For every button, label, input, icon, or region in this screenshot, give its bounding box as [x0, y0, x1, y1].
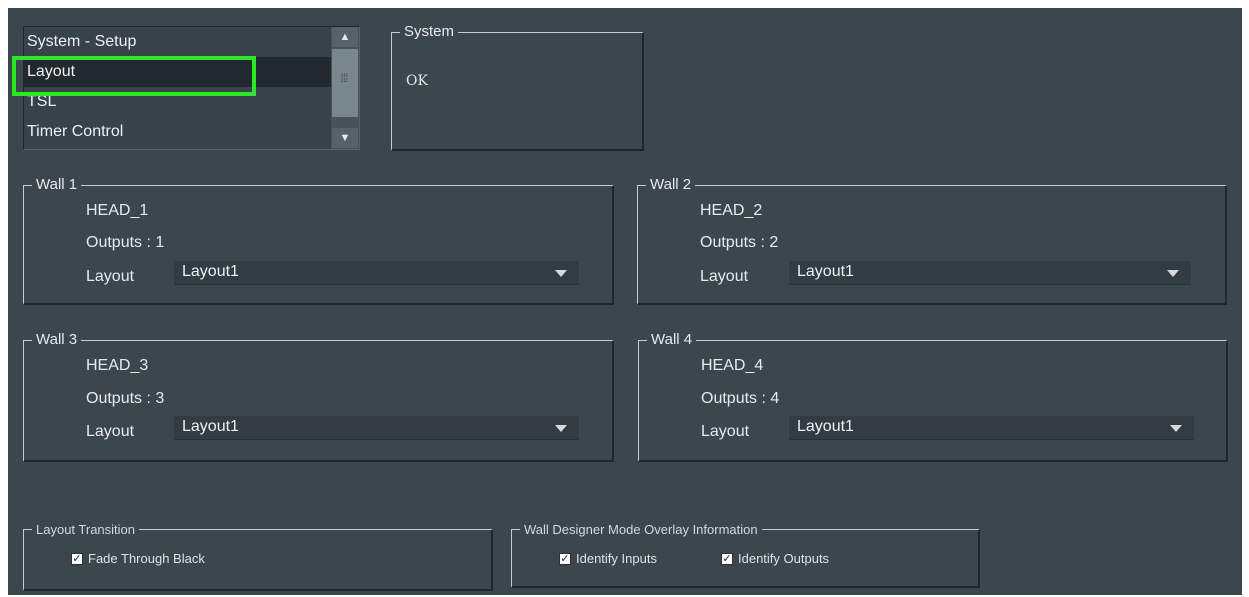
identify-inputs-label: Identify Inputs — [576, 551, 657, 566]
system-status: OK — [406, 73, 428, 89]
wall-1-head: HEAD_1 — [86, 202, 149, 219]
wall-4-title: Wall 4 — [647, 330, 697, 350]
wall-4-outputs: Outputs : 4 — [701, 390, 780, 407]
scroll-down-icon[interactable]: ▼ — [332, 128, 358, 148]
wall-1-layout-select[interactable]: Layout1 — [174, 261, 579, 285]
layout-transition-group: Layout Transition ✓ Fade Through Black — [23, 520, 493, 591]
identify-outputs-checkbox[interactable]: ✓ — [721, 553, 733, 565]
wall-3-layout-value: Layout1 — [182, 418, 239, 435]
system-group: System OK — [391, 22, 644, 151]
grip-icon: ⁞⁞⁞ — [340, 71, 348, 85]
chevron-down-icon — [1167, 270, 1179, 277]
fade-through-black-checkbox[interactable]: ✓ — [71, 553, 83, 565]
wall-4-layout-label: Layout — [701, 423, 750, 440]
wall-3-title: Wall 3 — [32, 330, 82, 350]
wall-4-layout-select[interactable]: Layout1 — [789, 416, 1194, 440]
system-group-title: System — [400, 22, 459, 42]
selection-highlight — [12, 56, 256, 96]
overlay-info-group: Wall Designer Mode Overlay Information ✓… — [511, 520, 980, 588]
wall-3-layout-select[interactable]: Layout1 — [174, 416, 579, 440]
wall-1-title: Wall 1 — [32, 175, 82, 195]
wall-1-layout-label: Layout — [86, 268, 135, 285]
layout-transition-title: Layout Transition — [32, 520, 140, 540]
wall-2-layout-select[interactable]: Layout1 — [789, 261, 1191, 285]
wall-3-group: Wall 3 HEAD_3 Outputs : 3 Layout Layout1 — [23, 330, 614, 462]
wall-2-group: Wall 2 HEAD_2 Outputs : 2 Layout Layout1 — [637, 175, 1227, 305]
list-item-timer-control[interactable]: Timer Control — [24, 117, 332, 147]
wall-2-layout-label: Layout — [700, 268, 749, 285]
chevron-down-icon — [555, 270, 567, 277]
list-scrollbar[interactable]: ▲ ⁞⁞⁞ ▼ — [331, 27, 359, 149]
wall-2-layout-value: Layout1 — [797, 263, 854, 280]
wall-2-head: HEAD_2 — [700, 202, 763, 219]
wall-4-group: Wall 4 HEAD_4 Outputs : 4 Layout Layout1 — [638, 330, 1228, 462]
wall-1-group: Wall 1 HEAD_1 Outputs : 1 Layout Layout1 — [23, 175, 614, 305]
list-item-system-setup[interactable]: System - Setup — [24, 27, 332, 57]
wall-1-outputs: Outputs : 1 — [86, 234, 165, 251]
wall-3-outputs: Outputs : 3 — [86, 390, 165, 407]
wall-4-head: HEAD_4 — [701, 357, 764, 374]
wall-2-outputs: Outputs : 2 — [700, 234, 779, 251]
wall-3-head: HEAD_3 — [86, 357, 149, 374]
wall-2-title: Wall 2 — [646, 175, 696, 195]
chevron-down-icon — [1170, 425, 1182, 432]
identify-outputs-label: Identify Outputs — [738, 551, 830, 566]
wall-3-layout-label: Layout — [86, 423, 135, 440]
wall-4-layout-value: Layout1 — [797, 418, 854, 435]
wall-1-layout-value: Layout1 — [182, 263, 239, 280]
identify-inputs-checkbox[interactable]: ✓ — [559, 553, 571, 565]
fade-through-black-label: Fade Through Black — [88, 551, 205, 566]
overlay-info-title: Wall Designer Mode Overlay Information — [520, 520, 762, 540]
chevron-down-icon — [555, 425, 567, 432]
scroll-up-icon[interactable]: ▲ — [332, 27, 358, 47]
